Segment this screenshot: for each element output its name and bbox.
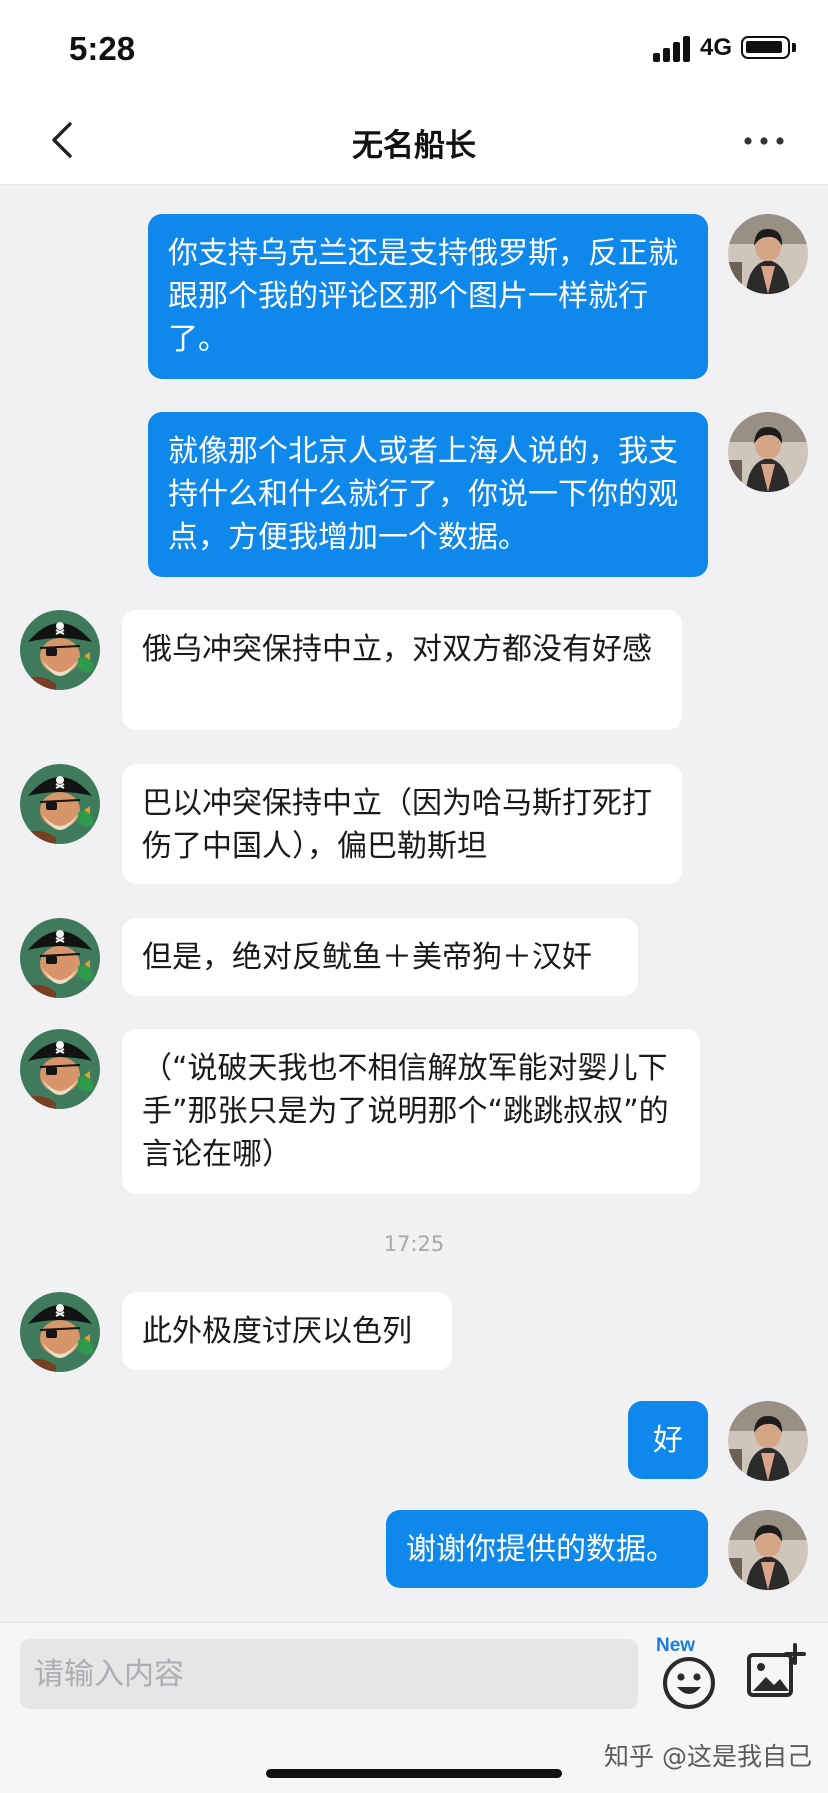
- battery-icon: [741, 36, 790, 59]
- contact-avatar[interactable]: [20, 918, 100, 998]
- contact-avatar[interactable]: [20, 1029, 100, 1109]
- my-avatar[interactable]: [728, 1510, 808, 1590]
- my-avatar[interactable]: [728, 412, 808, 492]
- contact-avatar[interactable]: [20, 610, 100, 690]
- message-bubble-incoming[interactable]: 巴以冲突保持中立（因为哈马斯打死打伤了中国人），偏巴勒斯坦: [122, 764, 682, 884]
- battery-cap: [792, 43, 796, 52]
- status-time: 5:28: [69, 30, 136, 67]
- image-add-icon: [747, 1643, 806, 1697]
- home-indicator[interactable]: [266, 1769, 562, 1778]
- message-bubble-outgoing[interactable]: 好: [628, 1401, 708, 1479]
- message-input-bar: New 知乎 @这是我自己: [0, 1622, 828, 1793]
- watermark-text: 知乎 @这是我自己: [604, 1742, 812, 1771]
- status-bar: 5:28 4G: [0, 0, 828, 96]
- message-bubble-incoming[interactable]: 此外极度讨厌以色列: [122, 1292, 452, 1370]
- message-bubble-incoming[interactable]: 但是，绝对反鱿鱼＋美帝狗＋汉奸: [122, 918, 638, 996]
- contact-avatar[interactable]: [20, 764, 100, 844]
- message-bubble-outgoing[interactable]: 你支持乌克兰还是支持俄罗斯，反正就跟那个我的评论区那个图片一样就行了。: [148, 214, 708, 379]
- more-button[interactable]: [740, 126, 790, 156]
- message-timestamp: 17:25: [383, 1232, 445, 1256]
- message-bubble-incoming[interactable]: 俄乌冲突保持中立，对双方都没有好感: [122, 610, 682, 730]
- new-badge: New: [656, 1635, 696, 1656]
- contact-avatar[interactable]: [20, 1292, 100, 1372]
- message-bubble-outgoing[interactable]: 就像那个北京人或者上海人说的，我支持什么和什么就行了，你说一下你的观点，方便我增…: [148, 412, 708, 577]
- message-bubble-outgoing[interactable]: 谢谢你提供的数据。: [386, 1510, 708, 1588]
- message-input[interactable]: [20, 1639, 638, 1709]
- more-dots-icon: [744, 137, 784, 145]
- message-bubble-incoming[interactable]: （“说破天我也不相信解放军能对婴儿下手”那张只是为了说明那个“跳跳叔叔”的言论在…: [122, 1029, 700, 1194]
- image-button[interactable]: [746, 1643, 806, 1699]
- my-avatar[interactable]: [728, 214, 808, 294]
- signal-strength-icon: [653, 36, 691, 62]
- navigation-bar: 无名船长: [0, 96, 828, 185]
- my-avatar[interactable]: [728, 1401, 808, 1481]
- chat-title: 无名船长: [352, 128, 476, 164]
- network-type: 4G: [700, 34, 733, 61]
- message-list[interactable]: 你支持乌克兰还是支持俄罗斯，反正就跟那个我的评论区那个图片一样就行了。 就像那个…: [0, 185, 828, 1621]
